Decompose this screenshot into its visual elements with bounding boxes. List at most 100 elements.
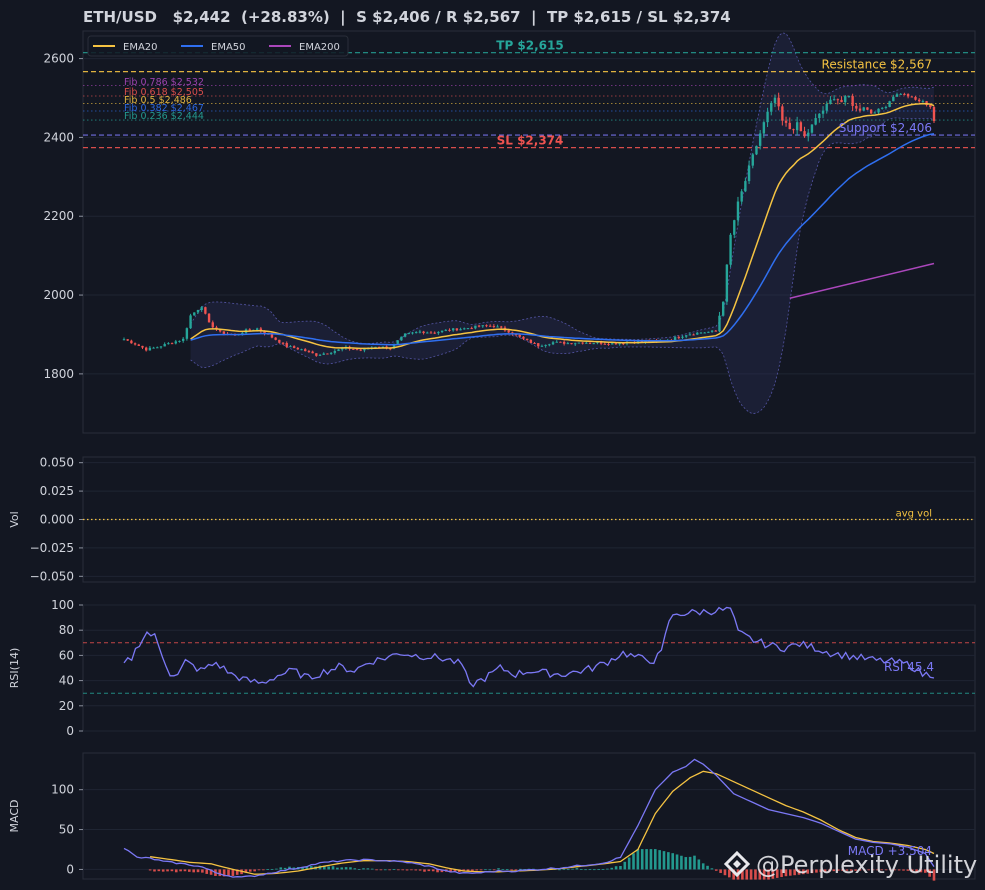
candle-body xyxy=(437,332,440,334)
level-label-support: Support $2,406 xyxy=(839,121,932,135)
candle-body xyxy=(544,344,547,346)
candle-body xyxy=(426,332,429,334)
candle-body xyxy=(540,345,544,347)
candle-body xyxy=(433,332,436,334)
title-tp-sl: TP $2,615 / SL $2,374 xyxy=(546,8,731,26)
macd-histogram-bar xyxy=(183,869,187,872)
candle-body xyxy=(918,99,921,102)
candle-body xyxy=(463,328,466,330)
candle-body xyxy=(773,97,777,103)
candle-body xyxy=(814,118,817,125)
candle-body xyxy=(400,336,403,341)
candle-body xyxy=(341,348,344,350)
candle-body xyxy=(492,325,496,327)
candle-body xyxy=(126,339,129,341)
macd-histogram-bar xyxy=(645,849,648,870)
candle-body xyxy=(315,353,318,356)
candle-body xyxy=(611,343,614,345)
candle-body xyxy=(477,325,481,327)
candle-body xyxy=(318,354,322,356)
candle-body xyxy=(193,312,196,316)
rsi-axis-tick-label: 60 xyxy=(59,648,74,662)
candle-body xyxy=(525,338,529,340)
macd-histogram-bar xyxy=(153,869,156,872)
macd-histogram-bar xyxy=(227,869,230,876)
macd-histogram-bar xyxy=(619,866,622,870)
candle-body xyxy=(929,105,932,108)
candle-body xyxy=(537,343,540,347)
candle-body xyxy=(518,334,521,337)
volume-axis-tick-label: −0.050 xyxy=(30,569,74,583)
candle-body xyxy=(770,102,773,112)
candle-body xyxy=(407,332,410,334)
candle-body xyxy=(869,109,873,114)
candle-body xyxy=(281,342,285,344)
title-support-resistance: S $2,406 / R $2,567 xyxy=(356,8,521,26)
candle-body xyxy=(566,343,570,345)
macd-histogram-bar xyxy=(392,869,396,870)
macd-histogram-bar xyxy=(514,869,518,871)
rsi-axis-tick-label: 80 xyxy=(59,623,74,637)
macd-histogram-bar xyxy=(349,867,352,870)
macd-histogram-bar xyxy=(684,857,688,870)
candle-body xyxy=(677,337,680,339)
candle-body xyxy=(851,96,854,106)
macd-histogram-bar xyxy=(749,869,753,880)
candle-body xyxy=(278,339,281,343)
volume-axis-tick-label: 0.025 xyxy=(40,484,74,498)
macd-histogram-bar xyxy=(488,869,492,871)
candle-body xyxy=(681,336,684,338)
candle-body xyxy=(333,351,337,353)
macd-histogram-bar xyxy=(584,869,587,871)
macd-histogram-bar xyxy=(248,869,252,872)
candle-body xyxy=(718,315,721,332)
macd-histogram-bar xyxy=(593,869,596,871)
candle-body xyxy=(329,352,333,354)
candle-body xyxy=(270,334,274,338)
candle-body xyxy=(130,340,133,344)
macd-histogram-bar xyxy=(693,855,696,870)
macd-histogram-bar xyxy=(505,869,509,870)
macd-histogram-bar xyxy=(353,868,357,870)
macd-histogram-bar xyxy=(627,857,631,870)
macd-histogram-bar xyxy=(431,869,435,872)
candle-body xyxy=(866,107,869,110)
legend-entry-ema200: EMA200 xyxy=(299,42,340,53)
candle-body xyxy=(548,344,551,346)
macd-histogram-bar xyxy=(383,869,387,871)
title-change: (+28.83%) xyxy=(240,8,330,26)
candle-body xyxy=(903,93,906,95)
candle-body xyxy=(588,342,592,344)
candle-body xyxy=(485,325,488,327)
macd-histogram-bar xyxy=(275,868,278,870)
candle-body xyxy=(881,107,884,109)
candle-body xyxy=(159,346,163,348)
rsi-ylabel: RSI(14) xyxy=(8,648,21,688)
macd-histogram-bar xyxy=(601,869,605,870)
candle-body xyxy=(910,96,914,98)
macd-histogram-bar xyxy=(579,869,583,870)
candle-body xyxy=(422,331,425,334)
macd-histogram-bar xyxy=(397,869,400,871)
candle-body xyxy=(181,338,185,341)
candle-body xyxy=(529,339,533,343)
candle-body xyxy=(692,334,695,336)
candle-body xyxy=(603,343,607,345)
candle-body xyxy=(337,349,340,352)
candle-body xyxy=(307,351,311,353)
candle-body xyxy=(255,328,259,330)
candle-body xyxy=(562,341,566,344)
macd-histogram-bar xyxy=(166,869,169,872)
candle-body xyxy=(836,99,840,101)
macd-histogram-bar xyxy=(484,869,487,871)
candle-body xyxy=(762,122,766,134)
macd-histogram-bar xyxy=(610,867,614,870)
rsi-panel xyxy=(82,604,976,732)
candle-body xyxy=(474,325,477,329)
macd-histogram-bar xyxy=(366,868,370,870)
macd-histogram-bar xyxy=(205,869,209,874)
candle-body xyxy=(755,145,758,155)
candle-body xyxy=(403,333,407,337)
candle-body xyxy=(211,322,214,328)
candle-body xyxy=(684,335,688,337)
